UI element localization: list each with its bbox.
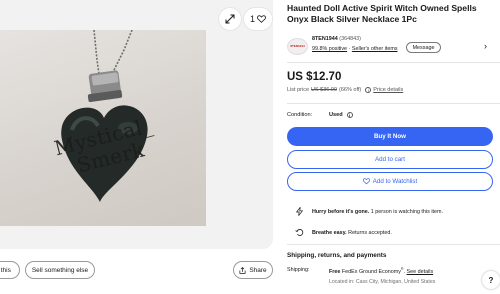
returns-text: Returns accepted. (348, 229, 392, 236)
divider (287, 103, 500, 104)
list-price-line: List price US $36.99 (66% off) i Price d… (287, 87, 403, 93)
list-price-label: List price (287, 87, 310, 93)
condition-value: Used i (329, 112, 353, 118)
share-icon (239, 266, 246, 274)
shipping-free: Free (329, 268, 341, 275)
list-price-value: US $36.99 (311, 87, 338, 93)
watchlist-heart-icon (362, 178, 370, 185)
watch-count: 1 (249, 14, 255, 24)
watch-count-button[interactable]: 1 (244, 8, 272, 30)
item-location: Located in: Cass City, Michigan, United … (329, 279, 436, 285)
expand-button[interactable] (219, 8, 241, 30)
expand-icon (225, 14, 235, 24)
seller-feedback-score: (364843) (339, 36, 361, 42)
seller-name[interactable]: 8TEN1944 (312, 36, 338, 42)
share-this-button[interactable]: re this (0, 261, 20, 279)
help-button[interactable]: ? (482, 271, 500, 289)
divider (287, 62, 500, 63)
share-label: Share (249, 266, 267, 274)
image-gallery: Mystical_ Smerk 1 (0, 0, 273, 249)
add-to-cart-button[interactable]: Add to cart (287, 150, 493, 169)
returns-notice: Breathe easy. Returns accepted. (295, 228, 392, 237)
heart-icon (257, 15, 266, 23)
seller-card: 8TEN1944 8TEN1944 (364843) 99.8% positiv… (287, 36, 500, 56)
discount-percent: (66% off) (339, 87, 362, 93)
add-to-watchlist-label: Add to Watchlist (372, 178, 418, 185)
shipping-section-heading: Shipping, returns, and payments (287, 252, 387, 259)
message-seller-button[interactable]: Message (406, 42, 441, 53)
hurry-bold-text: Hurry before it's gone. (312, 208, 370, 215)
hurry-notice: Hurry before it's gone. 1 person is watc… (295, 207, 443, 216)
seller-positive-link[interactable]: 99.8% positive (312, 46, 347, 52)
item-price: US $12.70 (287, 71, 342, 83)
hurry-text: 1 person is watching this item. (370, 208, 444, 215)
seller-other-items-link[interactable]: Seller's other items (352, 46, 398, 52)
add-to-watchlist-button[interactable]: Add to Watchlist (287, 172, 493, 191)
sell-something-else-button[interactable]: Sell something else (25, 261, 95, 279)
shipping-registered-mark: ® (400, 267, 404, 271)
shipping-method: FedEx Ground Economy (341, 268, 401, 275)
chevron-right-icon[interactable]: › (484, 41, 487, 51)
condition-text: Used (329, 112, 343, 118)
gallery-actions: re this Sell something else Share (0, 258, 280, 282)
seller-meta: 99.8% positive · Seller's other items (312, 46, 398, 52)
returns-bold-text: Breathe easy. (312, 229, 347, 236)
info-icon[interactable]: i (365, 87, 372, 93)
info-icon[interactable]: i (346, 112, 353, 118)
lightning-icon (295, 207, 304, 216)
price-details-link[interactable]: Price details (373, 87, 403, 93)
see-details-link[interactable]: See details (407, 269, 434, 275)
product-photo[interactable]: Mystical_ Smerk (0, 30, 206, 226)
shipping-value: Free FedEx Ground Economy®. See details (329, 267, 434, 275)
returns-icon (295, 228, 304, 237)
seller-meta-separator: · (348, 46, 351, 52)
share-button[interactable]: Share (233, 261, 273, 279)
divider (287, 244, 500, 245)
condition-label: Condition: (287, 112, 313, 118)
seller-logo-text: 8TEN1944 (290, 43, 305, 48)
listing-title: Haunted Doll Active Spirit Witch Owned S… (287, 3, 477, 25)
seller-logo[interactable]: 8TEN1944 (287, 38, 308, 55)
buy-it-now-button[interactable]: Buy It Now (287, 127, 493, 146)
seller-name-line: 8TEN1944 (364843) (312, 36, 361, 42)
shipping-label: Shipping: (287, 267, 310, 273)
